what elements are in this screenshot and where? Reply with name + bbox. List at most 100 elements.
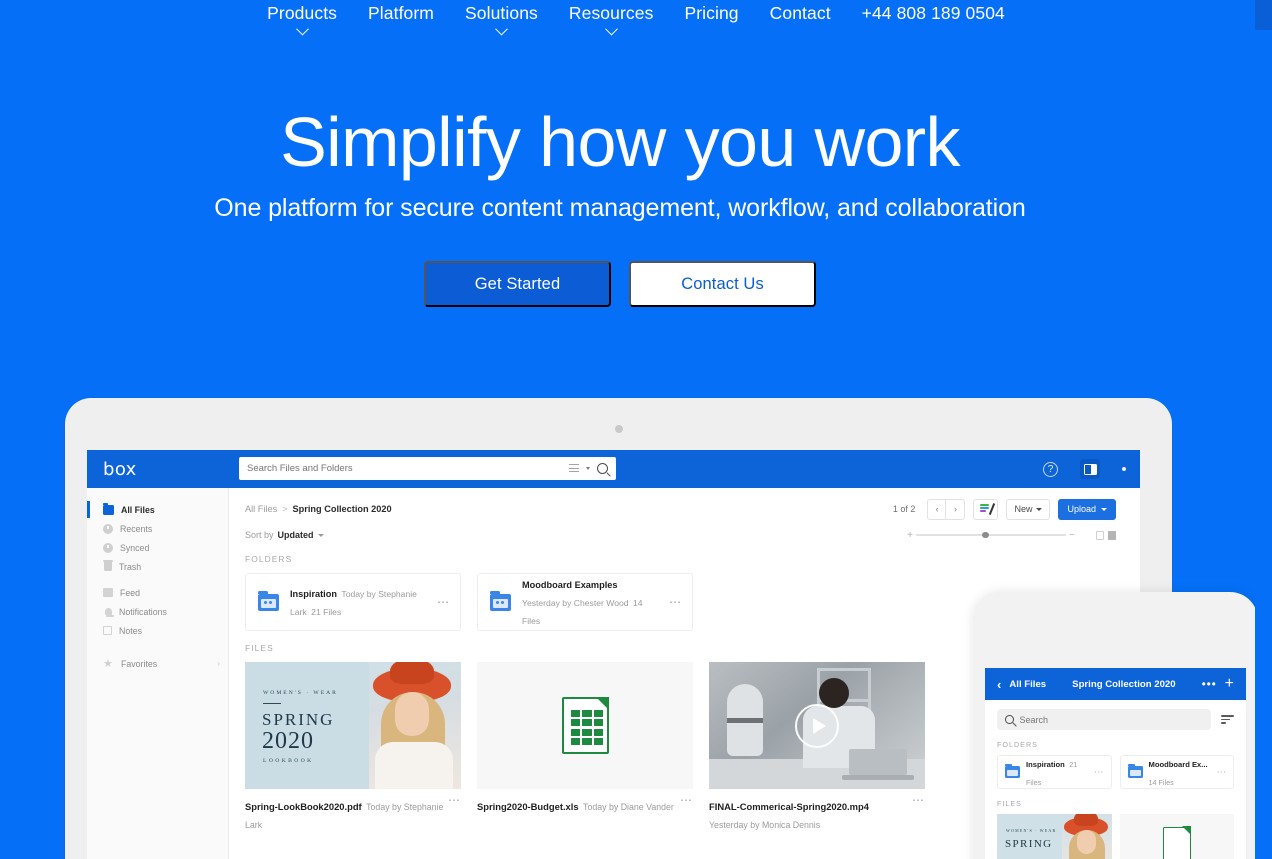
- scrollbar-thumb[interactable]: [1255, 0, 1272, 30]
- phone-add-icon[interactable]: +: [1225, 676, 1234, 692]
- sidebar-item-favorites[interactable]: ★ Favorites ›: [87, 654, 228, 673]
- page-fold: [1182, 826, 1192, 836]
- phone-lookbook-thumbnail[interactable]: WOMEN'S · WEAR SPRING: [997, 814, 1112, 859]
- phone-folder-more-icon[interactable]: ⋯: [1094, 767, 1105, 777]
- file-more-icon[interactable]: ⋯: [680, 794, 693, 815]
- account-menu-icon[interactable]: [1122, 467, 1126, 471]
- grid-view-icon[interactable]: [1108, 530, 1116, 540]
- folder-card[interactable]: Inspiration Today by Stephanie Lark 21 F…: [245, 573, 461, 631]
- file-card[interactable]: FINAL-Commerical-Spring2020.mp4 Yesterda…: [709, 662, 925, 833]
- phone-title: Spring Collection 2020: [1072, 678, 1176, 690]
- nav-item-platform[interactable]: Platform: [368, 3, 434, 23]
- camera-icon: [614, 425, 623, 433]
- phone-search-input[interactable]: [1019, 714, 1211, 725]
- new-button[interactable]: New: [1006, 498, 1051, 520]
- nav-item-products[interactable]: Products: [267, 3, 337, 36]
- phone-folder-card[interactable]: Inspiration 21 Files ⋯: [997, 755, 1112, 789]
- page-count-label: 1 of 2: [892, 504, 916, 514]
- file-card[interactable]: WOMEN'S · WEAR SPRING 2020 LOOKBOOK Spri…: [245, 662, 461, 833]
- page-fold: [595, 697, 609, 710]
- nav-item-resources[interactable]: Resources: [568, 3, 654, 36]
- filter-icon[interactable]: [569, 464, 579, 473]
- cover-photo: [1061, 814, 1112, 859]
- folder-modified: Yesterday by Chester Wood: [522, 598, 629, 608]
- pager: ‹ ›: [927, 498, 966, 520]
- sidebar-item-feed[interactable]: Feed: [87, 583, 228, 602]
- sync-icon: [103, 542, 113, 553]
- back-icon[interactable]: ‹: [997, 678, 1001, 691]
- chevron-right-icon[interactable]: ›: [217, 659, 220, 668]
- nav-label: Contact: [769, 3, 831, 23]
- page-scrollbar[interactable]: [1255, 0, 1272, 859]
- phone-folder-count: 14 Files: [1148, 778, 1174, 787]
- phone-folder-more-icon[interactable]: ⋯: [1216, 767, 1227, 777]
- list-view-icon[interactable]: [1096, 530, 1104, 540]
- cover-photo: [369, 662, 461, 789]
- zoom-slider-track[interactable]: [916, 531, 1066, 539]
- upload-button[interactable]: Upload: [1058, 498, 1116, 520]
- phone-spreadsheet-thumbnail[interactable]: [1119, 814, 1234, 859]
- file-modified: Today by Diane Vander: [583, 802, 674, 812]
- sidebar-divider: [87, 647, 228, 654]
- nav-phone-number[interactable]: +44 808 189 0504: [862, 3, 1005, 23]
- nav-label: Resources: [568, 3, 654, 23]
- nav-item-pricing[interactable]: Pricing: [684, 3, 738, 23]
- prev-page-button[interactable]: ‹: [927, 498, 947, 520]
- phone-folder-card[interactable]: Moodboard Ex... 14 Files ⋯: [1119, 755, 1234, 789]
- file-meta-text: FINAL-Commerical-Spring2020.mp4 Yesterda…: [709, 797, 912, 833]
- breadcrumb-root[interactable]: All Files: [245, 504, 277, 514]
- panel-toggle-icon[interactable]: [1080, 459, 1100, 479]
- nav-item-contact[interactable]: Contact: [770, 3, 831, 23]
- clock-icon: [103, 523, 113, 534]
- get-started-button[interactable]: Get Started: [424, 261, 611, 307]
- laptop-shape: [842, 749, 914, 780]
- sidebar-item-synced[interactable]: Synced: [87, 538, 228, 557]
- search-icon[interactable]: [597, 463, 608, 474]
- help-icon[interactable]: ?: [1043, 461, 1058, 477]
- nav-item-solutions[interactable]: Solutions: [465, 3, 538, 36]
- new-note-button[interactable]: [973, 498, 999, 520]
- zoom-slider[interactable]: + −: [904, 530, 1078, 541]
- cover-eyebrow: WOMEN'S · WEAR: [1006, 828, 1057, 833]
- phone-folders-section-label: FOLDERS: [997, 740, 1038, 749]
- folder-more-icon[interactable]: ⋯: [437, 596, 450, 608]
- sidebar-item-all-files[interactable]: All Files: [87, 500, 228, 519]
- phone-more-icon[interactable]: •••: [1202, 678, 1217, 690]
- folder-meta: Moodboard Examples Yesterday by Chester …: [522, 575, 658, 629]
- zoom-in-label[interactable]: +: [904, 530, 916, 541]
- chevron-down-icon[interactable]: [317, 533, 324, 537]
- folder-more-icon[interactable]: ⋯: [669, 596, 682, 608]
- zoom-out-label[interactable]: −: [1066, 530, 1078, 541]
- cover-line-1: SPRING: [1005, 838, 1053, 850]
- folder-card[interactable]: Moodboard Examples Yesterday by Chester …: [477, 573, 693, 631]
- phone-notch: [1072, 592, 1159, 599]
- phone-search-container[interactable]: [997, 709, 1211, 730]
- folder-icon: [103, 502, 114, 515]
- sidebar-item-notifications[interactable]: Notifications: [87, 602, 228, 621]
- trash-icon: [102, 560, 114, 571]
- hero-subtitle: One platform for secure content manageme…: [214, 194, 1026, 222]
- sidebar-item-notes[interactable]: Notes: [87, 621, 228, 640]
- app-search-container[interactable]: [239, 457, 616, 480]
- sidebar-item-trash[interactable]: Trash: [87, 557, 228, 576]
- sort-value[interactable]: Updated: [278, 530, 314, 540]
- phone-back-label[interactable]: All Files: [1009, 679, 1046, 690]
- play-icon[interactable]: [795, 703, 839, 748]
- main-navigation: Products Platform Solutions Resources Pr…: [0, 0, 1272, 40]
- zoom-slider-handle[interactable]: [982, 531, 989, 539]
- file-modified: Yesterday by Monica Dennis: [709, 820, 821, 830]
- app-sidebar: All Files Recents Synced Trash Feed Noti…: [87, 488, 229, 859]
- next-page-button[interactable]: ›: [946, 498, 966, 520]
- file-more-icon[interactable]: ⋯: [912, 794, 925, 833]
- shared-folder-icon: [258, 590, 279, 611]
- sidebar-item-recents[interactable]: Recents: [87, 519, 228, 538]
- file-more-icon[interactable]: ⋯: [448, 794, 461, 833]
- file-card[interactable]: Spring2020-Budget.xls Today by Diane Van…: [477, 662, 693, 833]
- cover-line-1: SPRING: [262, 710, 335, 729]
- sort-icon[interactable]: [1221, 715, 1234, 724]
- search-input[interactable]: [239, 463, 569, 474]
- chevron-down-icon: [1036, 507, 1043, 511]
- contact-us-button[interactable]: Contact Us: [629, 261, 816, 307]
- chevron-down-icon[interactable]: [586, 467, 590, 470]
- search-icon: [1005, 715, 1014, 724]
